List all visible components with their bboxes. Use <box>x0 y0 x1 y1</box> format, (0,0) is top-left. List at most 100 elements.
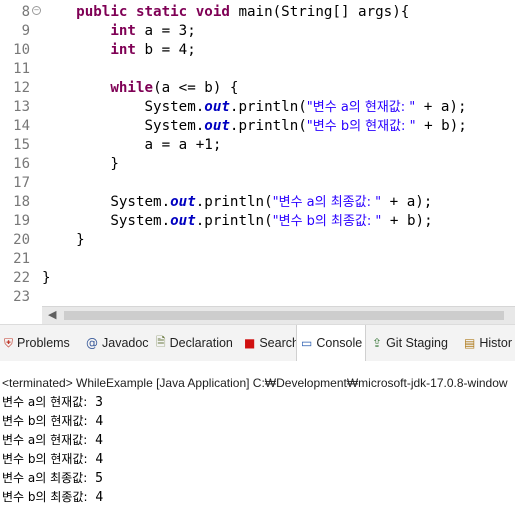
code-text: public static void main(String[] args){ <box>42 3 409 22</box>
code-token: + b); <box>381 213 433 229</box>
code-token: } <box>42 232 85 248</box>
bottom-view-tab-bar: ⛨ Problems @ Javadoc 🗎 Declaration ■ Search ▭ Con… <box>0 324 515 362</box>
code-text: a = a +1; <box>42 136 221 155</box>
code-token: a = a +1; <box>42 137 222 153</box>
editor-horizontal-scrollbar[interactable]: ◀ <box>42 306 515 324</box>
code-text: System.out.println("변수 a의 최종값: " + a); <box>42 193 432 212</box>
git-staging-icon: ⇪ <box>372 336 383 350</box>
code-line[interactable]: 15 a = a +1; <box>0 136 515 155</box>
tab-problems[interactable]: ⛨ Problems <box>0 325 78 361</box>
tab-declaration[interactable]: 🗎 Declaration <box>152 325 238 361</box>
code-token: System. <box>42 118 205 134</box>
code-token: (a <= b) { <box>153 80 239 96</box>
line-number: 8 <box>21 4 30 20</box>
tab-label: Histor <box>479 336 512 350</box>
line-number: 17 <box>13 175 30 191</box>
console-launch-header: <terminated> WhileExample [Java Applicat… <box>2 376 508 390</box>
code-text: int a = 3; <box>42 22 196 41</box>
string-token: "변수 b의 최종값: " <box>272 214 382 229</box>
console-output-line: 변수 a의 현재값: 4 <box>2 431 103 450</box>
output-value: 4 <box>95 490 104 505</box>
code-line[interactable]: 20 } <box>0 231 515 250</box>
tab-search[interactable]: ■ Search <box>240 325 299 361</box>
tab-histor[interactable]: ▤ Histor <box>460 325 515 361</box>
line-number: 22 <box>13 270 30 286</box>
line-number: 15 <box>13 137 30 153</box>
output-label: 변수 b의 현재값: <box>2 414 88 428</box>
code-token: } <box>42 270 51 286</box>
code-token: .println( <box>229 118 307 134</box>
declaration-icon: 🗎 <box>156 334 166 349</box>
output-label: 변수 a의 현재값: <box>2 433 88 447</box>
code-token: + b); <box>415 118 467 134</box>
code-line[interactable]: 11 <box>0 60 515 79</box>
code-token: .println( <box>195 213 273 229</box>
code-token: } <box>42 156 119 172</box>
problems-icon: ⛨ <box>4 335 14 350</box>
line-number: 23 <box>13 289 30 305</box>
code-line[interactable]: 23 <box>0 288 515 306</box>
console-view[interactable]: <terminated> WhileExample [Java Applicat… <box>0 361 515 509</box>
code-line[interactable]: 17 <box>0 174 515 193</box>
code-text: int b = 4; <box>42 41 196 60</box>
code-text: } <box>42 155 119 174</box>
tab-label: Javadoc <box>102 336 149 350</box>
line-number: 21 <box>13 251 30 267</box>
code-token: .println( <box>195 194 273 210</box>
output-label: 변수 b의 최종값: <box>2 490 88 504</box>
line-number: 13 <box>13 99 30 115</box>
tab-label: Git Staging <box>386 336 448 350</box>
line-number: 20 <box>13 232 30 248</box>
keyword-token: while <box>110 80 154 96</box>
code-token: b = 4; <box>135 42 196 58</box>
code-token: System. <box>42 213 171 229</box>
code-token: a = 3; <box>135 23 196 39</box>
line-number: 10 <box>13 42 30 58</box>
code-token: .println( <box>229 99 307 115</box>
search-square-icon: ■ <box>244 336 256 350</box>
tab-label: Console <box>316 336 363 350</box>
code-line[interactable]: 12 while(a <= b) { <box>0 79 515 98</box>
tab-javadoc[interactable]: @ Javadoc <box>82 325 150 361</box>
code-token: main(String[] args){ <box>229 4 410 20</box>
code-line[interactable]: 13 System.out.println("변수 a의 현재값: " + a)… <box>0 98 515 117</box>
scroll-left-arrow-icon[interactable]: ◀ <box>48 308 56 321</box>
code-line[interactable]: 18 System.out.println("변수 a의 최종값: " + a)… <box>0 193 515 212</box>
line-number: 19 <box>13 213 30 229</box>
keyword-token: int <box>110 23 136 39</box>
code-line[interactable]: 21 <box>0 250 515 269</box>
output-value: 4 <box>95 452 104 467</box>
console-icon: ▭ <box>301 336 313 350</box>
code-line[interactable]: 22} <box>0 269 515 288</box>
console-output-line: 변수 a의 현재값: 3 <box>2 393 103 412</box>
output-label: 변수 a의 최종값: <box>2 471 88 485</box>
code-line[interactable]: 19 System.out.println("변수 b의 최종값: " + b)… <box>0 212 515 231</box>
history-icon: ▤ <box>464 336 476 350</box>
code-line[interactable]: 14 System.out.println("변수 b의 현재값: " + b)… <box>0 117 515 136</box>
scrollbar-thumb[interactable] <box>64 311 504 320</box>
code-line[interactable]: 9 int a = 3; <box>0 22 515 41</box>
string-token: "변수 b의 현재값: " <box>306 119 416 134</box>
output-value: 5 <box>95 471 103 486</box>
code-token: System. <box>42 99 205 115</box>
fold-collapse-icon[interactable]: − <box>32 6 41 15</box>
code-token: System. <box>42 194 171 210</box>
line-number: 18 <box>13 194 30 210</box>
string-token: "변수 a의 현재값: " <box>306 100 416 115</box>
field-token: out <box>170 213 196 229</box>
line-number: 12 <box>13 80 30 96</box>
tab-console[interactable]: ▭ Console <box>296 325 366 361</box>
code-line[interactable]: 16 } <box>0 155 515 174</box>
field-token: out <box>170 194 196 210</box>
code-token: + a); <box>415 99 467 115</box>
code-editor[interactable]: 8− public static void main(String[] args… <box>0 0 515 306</box>
tab-git-staging[interactable]: ⇪ Git Staging <box>368 325 458 361</box>
code-line[interactable]: 10 int b = 4; <box>0 41 515 60</box>
tab-label: Problems <box>17 336 70 350</box>
line-number: 16 <box>13 156 30 172</box>
keyword-token: public static void <box>76 4 230 20</box>
code-line[interactable]: 8− public static void main(String[] args… <box>0 3 515 22</box>
